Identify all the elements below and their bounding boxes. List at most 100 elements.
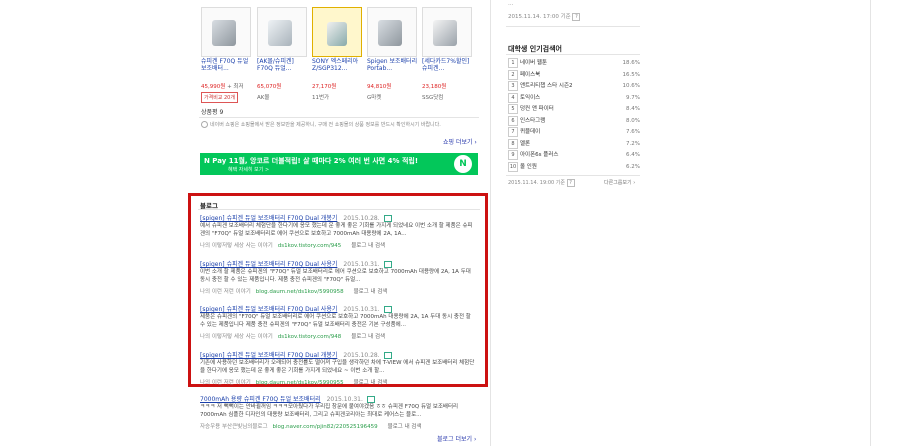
ranking-percent: 7.2% (626, 140, 640, 147)
ranking-keyword[interactable]: 앤트리티챕 스타 시즌2 (520, 81, 573, 91)
ranking-keyword[interactable]: 멜론 (520, 139, 530, 149)
product-image-1[interactable] (201, 7, 251, 57)
blog-snippet: 제품은 슈피겐의 "F70Q" 듀얼 보조배터리로 에어 쿠션으로 보호하고 7… (200, 314, 471, 328)
right-top-divider (506, 26, 640, 27)
ranking-help-icon[interactable]: ? (566, 179, 575, 187)
blog-snippet: 기존에 사용하던 보조배터리가 오래되어 충전률도 떨어져 구입을 생각하던 차… (200, 360, 475, 374)
blog-inblog-search[interactable]: 블로그 내 검색 (351, 243, 385, 249)
ranking-item[interactable]: 7 퀴블데이 7.6% (508, 127, 640, 137)
ranking-item[interactable]: 1 네이버 웹툰 18.6% (508, 58, 640, 68)
blog-inblog-search[interactable]: 블로그 내 검색 (351, 334, 385, 340)
blog-url[interactable]: ds1kov.tistory.com/945 (278, 243, 341, 249)
blog-snippet: 예서 슈피겐 보조배터리 체험단을 한다기에 응모 했는데 운 좋게 좋은 기회… (200, 223, 473, 237)
products-divider (199, 117, 479, 118)
npay-coin-icon: N (454, 155, 472, 173)
ranking-number: 4 (508, 92, 518, 103)
product-title-2[interactable]: [AK몰/슈피겐] F70Q 듀얼... (257, 58, 309, 72)
ranking-number: 1 (508, 58, 518, 68)
share-icon[interactable] (383, 261, 392, 268)
product-price-5: 23,180원 (422, 84, 447, 90)
blog-inblog-search[interactable]: 블로그 내 검색 (388, 424, 422, 430)
ranking-keyword[interactable]: 인스타그램 (520, 116, 545, 126)
blog-url[interactable]: blog.daum.net/ds1kov/5990955 (256, 380, 344, 386)
product-image-3[interactable] (312, 7, 362, 57)
ranking-percent: 6.4% (626, 152, 640, 158)
ranking-keyword[interactable]: 덩컨 앤 파이터 (520, 104, 554, 114)
share-icon[interactable] (383, 352, 392, 359)
ranking-item[interactable]: 6 인스타그램 8.0% (508, 115, 640, 126)
price-compare-badge[interactable]: 가격비교 20개 (201, 92, 238, 103)
product-store-4: G마켓 (367, 95, 382, 101)
blog-title[interactable]: [spigen] 슈피겐 듀얼 보조배터리 F70Q Dual 사용기 2015.… (200, 304, 392, 313)
blog-date: 2015.10.28. (343, 352, 380, 359)
product-store-3: 11번가 (312, 95, 330, 101)
ranking-number: 8 (508, 138, 518, 149)
product-count-label: 상품평 9 (201, 109, 224, 116)
ranking-keyword[interactable]: 페이스북 (520, 70, 540, 80)
blog-url[interactable]: blog.naver.com/pjin82/220525196459 (273, 424, 378, 430)
product-image-5[interactable] (422, 7, 472, 57)
blog-date: 2015.10.31. (326, 396, 363, 403)
blog-title[interactable]: [spigen] 슈피겐 듀얼 보조배터리 F70Q Dual 개봉기 2015.… (200, 213, 392, 222)
ranking-date: 2015.11.14. 19:00 기준 ? (508, 179, 575, 187)
blog-source: 자승우용 부산큰빛님의블로그 blog.naver.com/pjin82/2205… (200, 422, 422, 430)
column-divider (490, 0, 491, 446)
ranking-percent: 18.6% (622, 60, 640, 66)
share-icon[interactable] (366, 396, 375, 403)
ranking-keyword[interactable]: 아이폰6s 플러스 (520, 150, 558, 160)
shopping-notice: 네이버 쇼핑은 쇼핑몰에서 받은 정보만을 제공하니, 구매 전 쇼핑몰의 상품… (201, 121, 441, 128)
blog-source: 나의 이렇저렇 세상 사는 이야기 ds1kov.tistory.com/948 블… (200, 332, 385, 340)
blog-author[interactable]: 나의 이런 저런 이야기 (200, 289, 251, 295)
ranking-number: 5 (508, 104, 518, 114)
blog-more-link[interactable]: 블로그 더보기 › (437, 434, 476, 443)
ranking-item[interactable]: 2 페이스북 16.5% (508, 69, 640, 80)
help-icon[interactable]: ? (572, 13, 581, 21)
blog-author[interactable]: 나의 이렇저렇 세상 사는 이야기 (200, 243, 273, 249)
product-image-4[interactable] (367, 7, 417, 57)
ranking-item[interactable]: 8 멜론 7.2% (508, 138, 640, 149)
blog-author[interactable]: 나의 이런 저런 이야기 (200, 380, 251, 386)
product-title-5[interactable]: [세다카드7%할인] 슈피겐... (422, 58, 474, 72)
blog-title[interactable]: [spigen] 슈피겐 듀얼 보조배터리 F70Q Dual 사용기 2015.… (200, 259, 392, 268)
product-price-4: 94,810원 (367, 84, 392, 90)
blog-url[interactable]: ds1kov.tistory.com/948 (278, 334, 341, 340)
npay-banner-text: N Pay 11월, 앙코르 더블적립! 살 때마다 2% 여러 번 사면 4%… (204, 157, 419, 165)
product-image-2[interactable] (257, 7, 307, 57)
ranking-top-divider (506, 54, 640, 55)
ranking-other-group[interactable]: 다른그룹보기 › (604, 179, 635, 186)
blog-date: 2015.10.31. (343, 306, 380, 313)
npay-banner[interactable]: N Pay 11월, 앙코르 더블적립! 살 때마다 2% 여러 번 사면 4%… (200, 153, 478, 175)
blog-url[interactable]: blog.daum.net/ds1kov/5990958 (256, 289, 344, 295)
ranking-percent: 9.7% (626, 94, 640, 101)
blog-date: 2015.10.28. (343, 215, 380, 222)
right-edge-divider (870, 0, 871, 446)
product-title-3[interactable]: SONY 엑스페리아Z/SGP312... (312, 58, 364, 72)
ranking-keyword[interactable]: 네이버 웹툰 (520, 58, 547, 68)
right-top-date: 2015.11.14. 17:00 기준 ? (508, 12, 581, 21)
ranking-number: 9 (508, 150, 518, 160)
ranking-item[interactable]: 10 올 인원 6.2% (508, 161, 640, 172)
product-title-4[interactable]: Spigen 보조배터리 Portab... (367, 58, 419, 72)
share-icon[interactable] (383, 215, 392, 222)
product-title-1[interactable]: 슈피겐 F70Q 듀얼 보조배터... (201, 58, 253, 72)
shopping-more-link[interactable]: 쇼핑 더보기 › (443, 137, 477, 146)
ranking-keyword[interactable]: 올 인원 (520, 162, 537, 172)
blog-author[interactable]: 나의 이렇저렇 세상 사는 이야기 (200, 334, 273, 340)
ranking-item[interactable]: 4 토익이스 9.7% (508, 92, 640, 103)
share-icon[interactable] (383, 306, 392, 313)
blog-date: 2015.10.31. (343, 261, 380, 268)
ranking-keyword[interactable]: 퀴블데이 (520, 127, 540, 137)
blog-inblog-search[interactable]: 블로그 내 검색 (354, 380, 388, 386)
blog-inblog-search[interactable]: 블로그 내 검색 (354, 289, 388, 295)
ranking-percent: 16.5% (622, 71, 640, 78)
ranking-item[interactable]: 5 덩컨 앤 파이터 8.4% (508, 104, 640, 114)
blog-author[interactable]: 자승우용 부산큰빛님의블로그 (200, 424, 268, 430)
ranking-item[interactable]: 3 앤트리티챕 스타 시즌2 10.6% (508, 81, 640, 91)
ranking-keyword[interactable]: 토익이스 (520, 93, 540, 103)
blog-title[interactable]: [spigen] 슈피겐 듀얼 보조배터리 F70Q Dual 개봉기 2015.… (200, 350, 392, 359)
product-price-3: 27,170원 (312, 84, 337, 90)
ranking-item[interactable]: 9 아이폰6s 플러스 6.4% (508, 150, 640, 160)
blog-title[interactable]: 7000mAh 용량 슈피겐 F70Q 듀얼 보조배터리 2015.10.31. (200, 394, 375, 403)
info-icon (201, 121, 208, 128)
product-price-1: 45,990원 + 최저 (201, 84, 244, 90)
